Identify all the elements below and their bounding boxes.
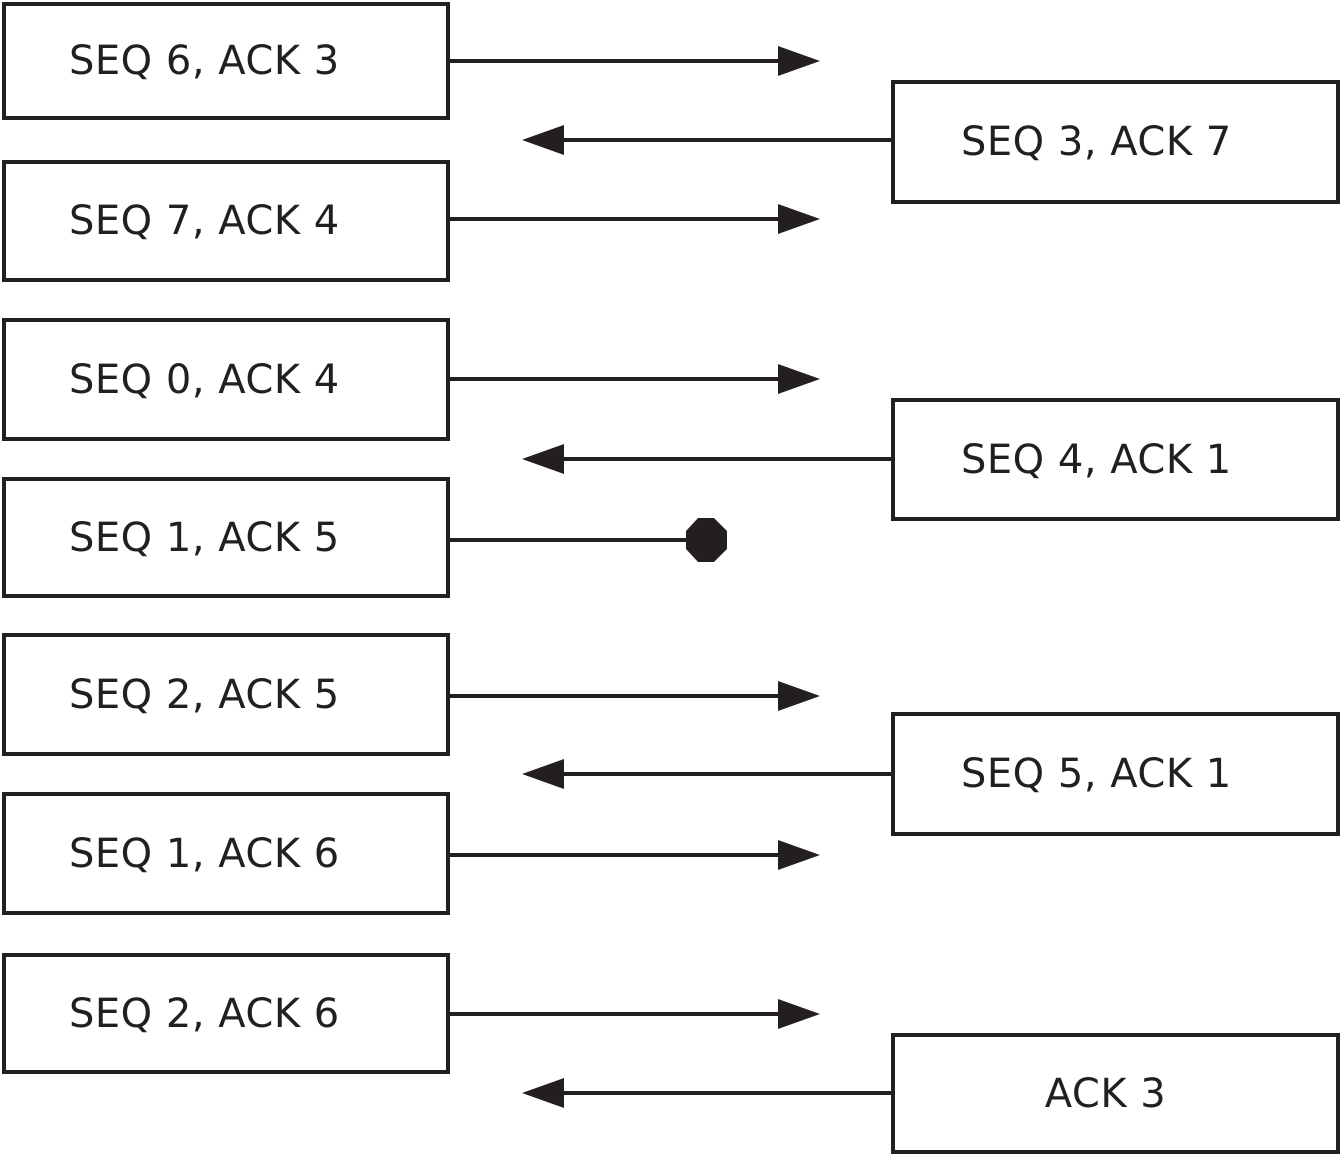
arrow-left [522,125,891,155]
arrow-right [450,204,820,234]
lost-frame-line [450,518,727,562]
arrows-layer [450,46,891,1108]
arrow-right [450,840,820,870]
lost-frame-marker-icon [686,518,727,562]
arrow-left [522,759,891,789]
arrow-right [450,999,820,1029]
arrow-left [522,444,891,474]
arrow-right [450,46,820,76]
arrow-left [522,1078,891,1108]
arrow-right [450,364,820,394]
arrow-right [450,681,820,711]
